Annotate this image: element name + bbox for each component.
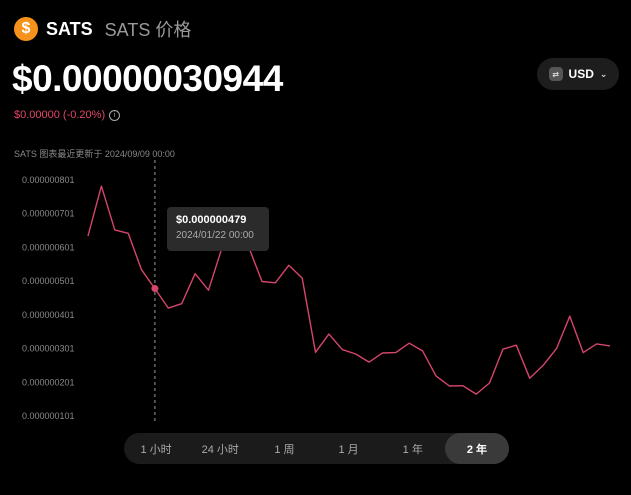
timeframe-tabs: 1 小时 24 小时 1 周 1 月 1 年 2 年 [124,433,510,464]
coin-name: SATS 价格 [104,20,192,40]
price-change: $0.00000 (-0.20%) i [14,109,121,121]
tab-1h[interactable]: 1 小时 [124,433,188,464]
coin-symbol: SATS [46,18,93,39]
currency-label: USD [568,67,594,81]
y-tick-label: 0.000000401 [22,310,75,320]
y-tick-label: 0.000000501 [22,276,75,286]
chevron-down-icon: ⌄ [599,68,608,79]
hover-point [151,285,159,293]
tooltip-date: 2024/01/22 00:00 [176,230,254,241]
current-price: $0.00000030944 [12,58,283,99]
y-axis: 0.000000801 0.000000701 0.000000601 0.00000… [22,175,75,421]
y-tick-label: 0.000000301 [22,344,75,354]
y-tick-label: 0.000000801 [22,175,75,185]
chart-updated-caption: SATS 图表最近更新于 2024/09/09 00:00 [14,149,175,159]
currency-selector[interactable]: ⇄ USD ⌄ [537,58,619,90]
y-tick-label: 0.000000101 [22,411,75,421]
info-icon[interactable]: i [109,109,121,121]
coin-header: $ SATS SATS 价格 [14,16,191,42]
price-change-value: $0.00000 (-0.20%) [14,109,106,121]
tab-1m[interactable]: 1 月 [317,433,381,464]
dollar-coin-icon: $ [14,17,38,41]
y-tick-label: 0.000000201 [22,377,75,387]
tab-1w[interactable]: 1 周 [252,433,316,464]
tab-1y[interactable]: 1 年 [381,433,445,464]
tooltip-value: $0.000000479 [176,214,247,226]
y-tick-label: 0.000000601 [22,242,75,252]
chart-tooltip: $0.000000479 2024/01/22 00:00 [167,207,269,251]
tab-2y[interactable]: 2 年 [444,433,510,464]
price-chart[interactable]: 0.000000801 0.000000701 0.000000601 0.00000… [0,160,631,430]
tab-24h[interactable]: 24 小时 [188,433,252,464]
y-tick-label: 0.000000701 [22,209,75,219]
currency-icon: ⇄ [548,67,563,81]
